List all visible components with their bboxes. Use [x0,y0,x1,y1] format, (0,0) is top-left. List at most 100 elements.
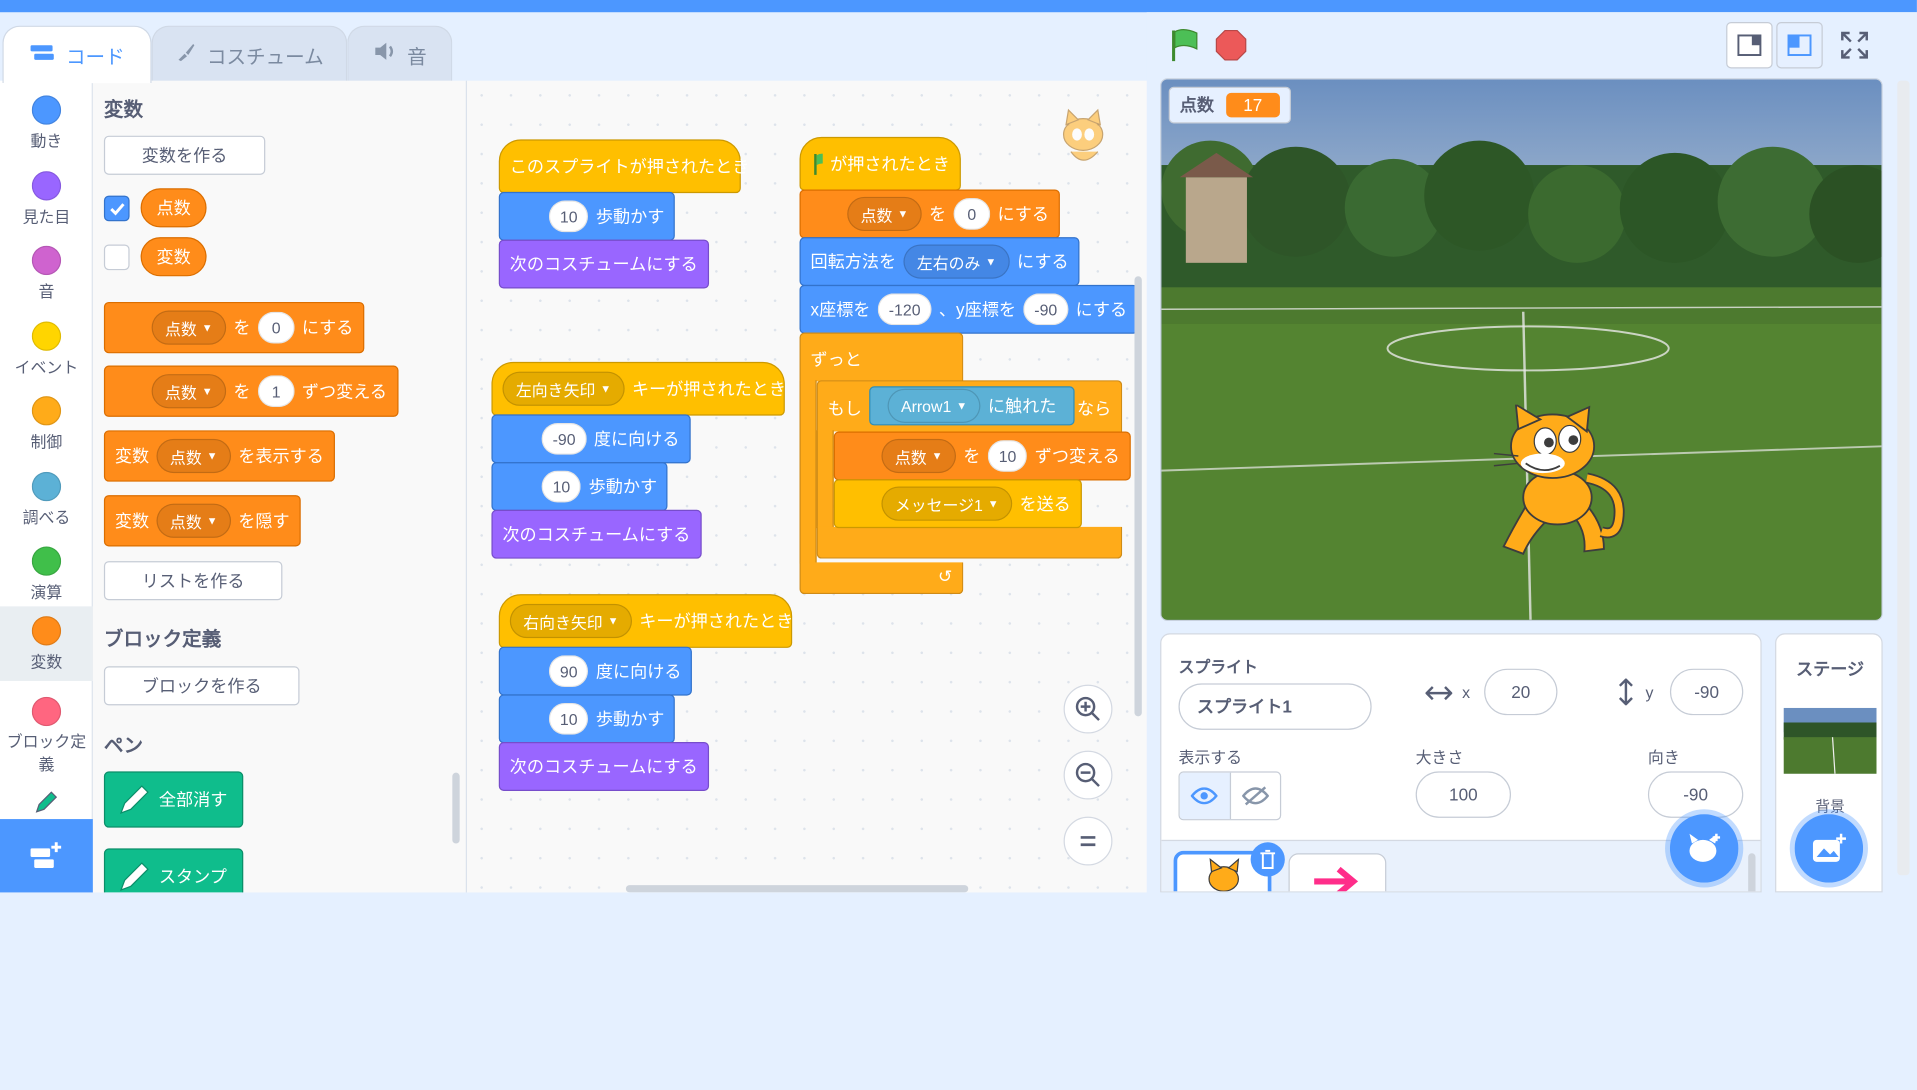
move-steps-block[interactable]: 10 歩動かす [498,191,676,241]
x-input[interactable]: -120 [877,293,932,326]
set-variable-block[interactable]: 点数 ▼ を 0 にする [103,301,365,354]
when-key-pressed-block[interactable]: 右向き矢印 ▼ キーが押されたとき [498,594,793,648]
normal-stage-button[interactable] [1776,22,1823,69]
choose-backdrop-button[interactable] [1794,814,1864,883]
y-input[interactable]: -90 [1023,293,1069,326]
stop-button[interactable] [1215,29,1247,67]
point-direction-block[interactable]: -90 度に向ける [491,414,691,464]
hide-button[interactable] [1230,773,1280,819]
small-stage-icon [1737,34,1762,56]
show-variable-block[interactable]: 変数 点数 ▼ を表示する [103,430,335,482]
make-list-button[interactable]: リストを作る [103,561,283,601]
choose-sprite-button[interactable] [1669,814,1739,883]
var-dropdown[interactable]: 点数 ▼ [151,310,227,345]
zoom-in-button[interactable] [1063,684,1113,734]
steps-input[interactable]: 10 [548,200,589,233]
zoom-reset-button[interactable] [1063,816,1113,866]
pen-clear-block[interactable]: 全部消す [103,771,244,828]
y-input[interactable]: -90 [1669,668,1744,716]
when-key-pressed-block[interactable]: 左向き矢印 ▼ キーが押されたとき [491,361,786,416]
var-dropdown[interactable]: 点数 ▼ [151,374,227,409]
sprite-thumb-sprite1[interactable] [1173,842,1285,892]
zoom-out-button[interactable] [1063,750,1113,800]
value-input[interactable]: 0 [257,311,295,344]
broadcast-block[interactable]: メッセージ1 ▼ を送る [833,479,1082,529]
script-scrollbar[interactable] [1134,276,1142,717]
message-dropdown[interactable]: メッセージ1 ▼ [881,486,1013,521]
touching-block[interactable]: Arrow1 ▼ に触れた [869,386,1075,426]
score-reporter[interactable]: 点数 [140,188,207,228]
score-monitor[interactable]: 点数 17 [1168,86,1291,124]
category-myblocks[interactable]: ブロック定義 [0,687,93,774]
category-looks[interactable]: 見た目 [0,161,93,236]
set-variable-block[interactable]: 点数 ▼ を 0 にする [799,189,1061,239]
variable-reporter[interactable]: 変数 [140,237,207,277]
x-arrows-icon [1425,686,1453,701]
x-input[interactable]: 20 [1484,668,1558,716]
category-events[interactable]: イベント [0,312,93,387]
make-variable-button[interactable]: 変数を作る [103,135,266,175]
category-sensing[interactable]: 調べる [0,462,93,537]
stage[interactable]: 点数 17 [1160,78,1883,622]
direction-input[interactable]: -90 [1647,771,1744,818]
variable-checkbox[interactable] [103,244,130,271]
category-variables[interactable]: 変数 [0,606,93,681]
size-input[interactable]: 100 [1415,771,1512,818]
point-direction-block[interactable]: 90 度に向ける [498,646,693,696]
green-flag-button[interactable] [1167,27,1201,70]
var-dropdown[interactable]: 点数 ▼ [881,438,956,474]
next-costume-block[interactable]: 次のコスチュームにする [498,742,709,791]
pen-stamp-block[interactable]: スタンプ [103,848,244,893]
direction-input[interactable]: -90 [541,422,587,455]
score-checkbox[interactable] [103,195,130,222]
var-dropdown[interactable]: 点数 ▼ [156,503,231,538]
sprite-thumb-arrow1[interactable] [1288,853,1387,892]
var-dropdown[interactable]: 点数 ▼ [847,196,922,232]
value-input[interactable]: 1 [257,375,295,408]
category-operators[interactable]: 演算 [0,537,93,612]
steps-input[interactable]: 10 [548,702,589,735]
move-steps-block[interactable]: 10 歩動かす [491,462,669,512]
when-sprite-clicked-block[interactable]: このスプライトが押されたとき [498,139,749,194]
category-pen[interactable] [0,782,93,819]
change-variable-block[interactable]: 点数 ▼ を 10 ずつ変える [833,431,1131,481]
tab-sound[interactable]: 音 [347,25,453,82]
change-variable-block[interactable]: 点数 ▼ を 1 ずつ変える [103,365,398,417]
steps-input[interactable]: 10 [541,470,582,503]
script-hscrollbar[interactable] [625,885,969,893]
sprite-list-scrollbar[interactable] [1748,853,1756,892]
forever-block[interactable]: ずっと [799,332,964,382]
cat-sprite[interactable] [1482,404,1629,564]
rotation-dropdown[interactable]: 左右のみ ▼ [903,244,1010,279]
direction-input[interactable]: 90 [548,655,589,688]
small-stage-button[interactable] [1726,22,1773,69]
touch-target-dropdown[interactable]: Arrow1 ▼ [887,388,981,423]
add-extension-button[interactable] [0,819,93,893]
category-sound[interactable]: 音 [0,236,93,311]
key-dropdown[interactable]: 左向き矢印 ▼ [502,371,625,406]
hide-variable-block[interactable]: 変数 点数 ▼ を隠す [103,495,301,547]
value-input[interactable]: 10 [987,440,1028,472]
make-block-button[interactable]: ブロックを作る [103,666,300,706]
palette-scrollbar[interactable] [452,772,460,844]
category-motion[interactable]: 動き [0,86,93,161]
set-rotation-style-block[interactable]: 回転方法を 左右のみ ▼ にする [799,237,1080,287]
next-costume-block[interactable]: 次のコスチュームにする [491,509,702,559]
show-button[interactable] [1179,772,1231,820]
key-dropdown[interactable]: 右向き矢印 ▼ [509,603,632,639]
category-control[interactable]: 制御 [0,386,93,461]
caret-down-icon: ▼ [931,449,943,463]
next-costume-block[interactable]: 次のコスチュームにする [498,239,709,289]
var-dropdown[interactable]: 点数 ▼ [156,438,231,474]
tab-costume[interactable]: コスチューム [151,25,348,82]
value-input[interactable]: 0 [953,198,991,230]
page-scrollbar[interactable] [1897,80,1910,876]
delete-sprite-button[interactable] [1250,842,1285,877]
fullscreen-button[interactable] [1839,29,1871,67]
sprite-name-input[interactable]: スプライト1 [1178,683,1372,730]
move-steps-block[interactable]: 10 歩動かす [498,694,676,744]
if-block[interactable]: もし Arrow1 ▼ に触れた なら [816,380,1123,432]
go-to-xy-block[interactable]: x座標を -120 、y座標を -90 にする [799,284,1139,334]
tab-code[interactable]: コード [2,25,152,84]
when-flag-clicked-block[interactable]: が押されたとき [799,136,961,191]
